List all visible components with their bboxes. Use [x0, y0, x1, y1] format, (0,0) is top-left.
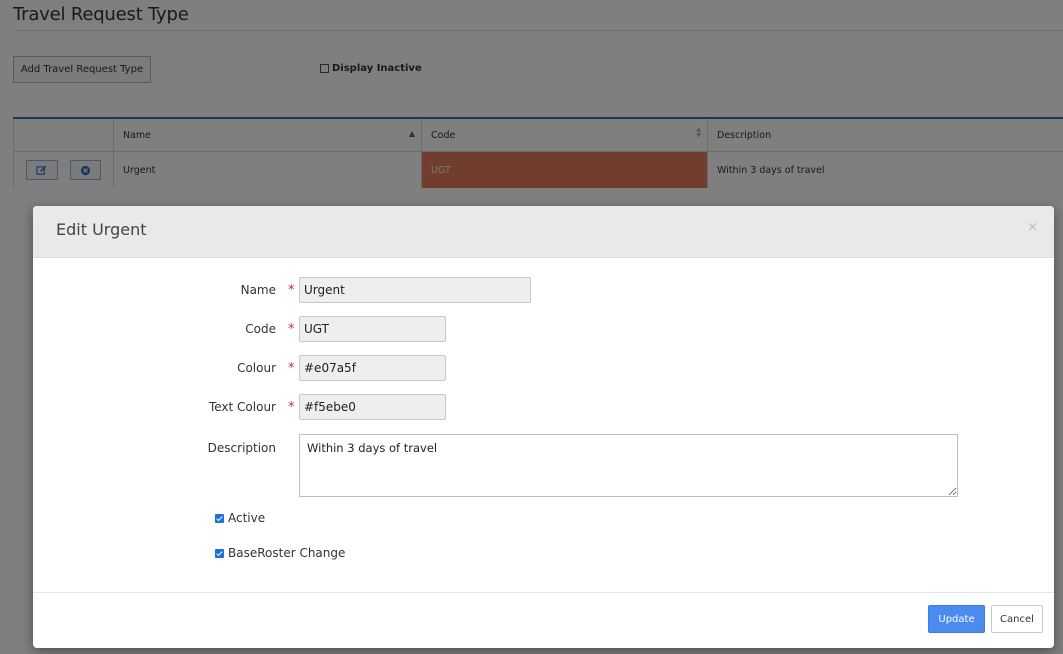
- code-label: Code: [245, 322, 276, 336]
- colour-label: Colour: [237, 361, 276, 375]
- baseroster-change-checkbox[interactable]: [215, 548, 224, 558]
- code-input[interactable]: [299, 316, 446, 342]
- active-checkbox-row[interactable]: Active: [215, 511, 265, 525]
- modal-title: Edit Urgent: [56, 220, 147, 239]
- close-icon[interactable]: ×: [1027, 220, 1038, 235]
- modal-header: Edit Urgent ×: [33, 206, 1054, 258]
- cancel-button[interactable]: Cancel: [991, 605, 1043, 633]
- baseroster-change-checkbox-row[interactable]: BaseRoster Change: [215, 546, 345, 560]
- modal-footer: Update Cancel: [33, 592, 1054, 648]
- required-marker: *: [288, 322, 295, 337]
- description-textarea[interactable]: [299, 434, 958, 497]
- required-marker: *: [288, 400, 295, 415]
- colour-input[interactable]: [299, 355, 446, 381]
- text-colour-label: Text Colour: [208, 400, 276, 414]
- edit-modal: Edit Urgent × Name * Code * Colour * Tex…: [33, 206, 1054, 648]
- required-marker: *: [288, 361, 295, 376]
- name-input[interactable]: [299, 277, 531, 303]
- name-label: Name: [240, 283, 276, 297]
- description-label: Description: [207, 441, 276, 455]
- active-label: Active: [228, 511, 266, 525]
- required-marker: *: [288, 283, 295, 298]
- text-colour-input[interactable]: [299, 394, 446, 420]
- active-checkbox[interactable]: [215, 513, 224, 523]
- update-button[interactable]: Update: [928, 605, 985, 633]
- baseroster-change-label: BaseRoster Change: [228, 546, 346, 560]
